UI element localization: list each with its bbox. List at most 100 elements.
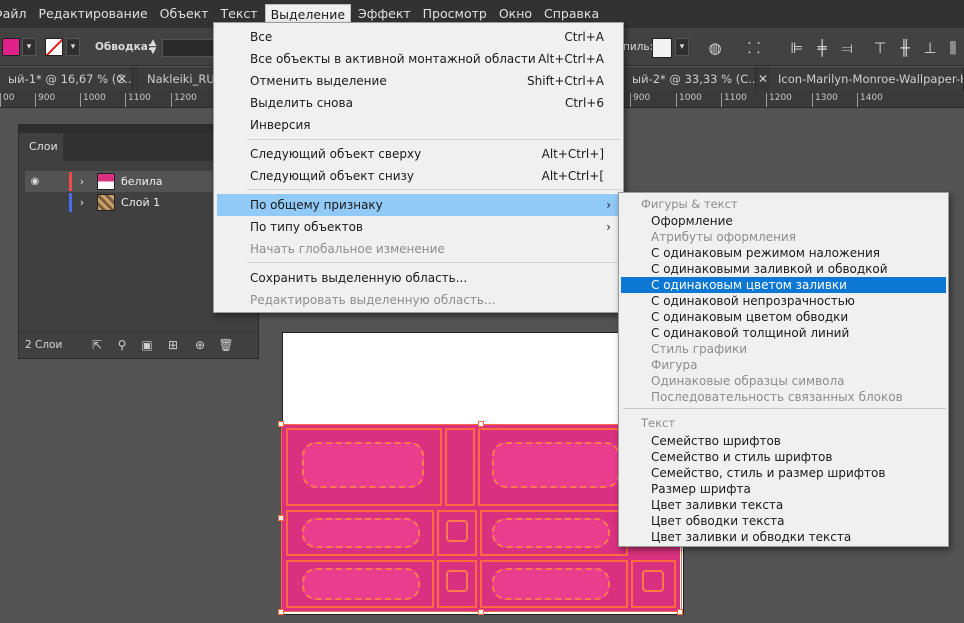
graphic-style-swatch[interactable]: [652, 38, 672, 58]
submenu-item: Последовательность связанных блоков: [621, 389, 946, 405]
tab-label: ый-1* @ 16,67 % (C...: [8, 72, 133, 86]
selection-handle[interactable]: [478, 421, 484, 427]
distribute-icon[interactable]: ⫼: [944, 39, 962, 57]
tab-document-2[interactable]: Nakleiki_RU_: [139, 67, 219, 91]
align-hcenter-icon[interactable]: ╪: [813, 39, 831, 57]
select-menu-item[interactable]: Выделить снова Ctrl+6: [217, 92, 621, 114]
submenu-item[interactable]: Семейство, стиль и размер шрифтов: [621, 465, 946, 481]
menu-item-label: Все: [250, 30, 273, 44]
tab-document-1[interactable]: ый-1* @ 16,67 % (C...: [0, 67, 133, 91]
stroke-weight-stepper[interactable]: ▲ ▼: [146, 39, 160, 57]
submenu-item[interactable]: С одинаковым цветом обводки: [621, 309, 946, 325]
expand-chevron-icon[interactable]: ›: [75, 171, 89, 192]
align-bottom-icon[interactable]: ⊥: [921, 39, 939, 57]
ruler-tick-label: 00: [0, 93, 14, 107]
select-menu-item[interactable]: По типу объектов ›: [217, 216, 621, 238]
tab-label: Nakleiki_RU_: [147, 72, 219, 86]
submenu-section-header: Фигуры & текст: [641, 197, 738, 211]
locate-object-icon[interactable]: ⚲: [114, 337, 130, 353]
submenu-section-header: Текст: [641, 416, 676, 430]
visibility-toggle[interactable]: [25, 192, 45, 213]
selection-handle[interactable]: [278, 421, 284, 427]
submenu-item-label: С одинаковым цветом обводки: [651, 310, 849, 324]
menu-item-3[interactable]: Текст: [216, 4, 263, 24]
menu-item-2[interactable]: Объект: [155, 4, 214, 24]
select-menu-item[interactable]: Все объекты в активной монтажной области…: [217, 48, 621, 70]
menu-item-label: Редактировать выделенную область...: [250, 293, 496, 307]
selection-handle[interactable]: [478, 609, 484, 615]
align-right-icon[interactable]: ⫤: [838, 39, 856, 57]
menu-file[interactable]: Файл: [0, 4, 32, 24]
layer-count: 2 Слои: [25, 339, 63, 351]
menu-item-5[interactable]: Эффект: [353, 4, 416, 24]
select-menu-item[interactable]: Сохранить выделенную область...: [217, 267, 621, 289]
align-vcenter-icon[interactable]: ╫: [896, 39, 914, 57]
style-dropdown-button[interactable]: ▾: [675, 38, 689, 56]
expand-chevron-icon[interactable]: ›: [75, 192, 89, 213]
submenu-item-label: Оформление: [651, 214, 733, 228]
layer-name: белила: [121, 175, 163, 188]
submenu-item[interactable]: Цвет заливки и обводки текста: [621, 529, 946, 545]
style-label: пиль:: [623, 41, 654, 53]
submenu-item[interactable]: Цвет заливки текста: [621, 497, 946, 513]
ruler-tick-label: 1200: [766, 93, 792, 107]
selection-handle[interactable]: [278, 515, 284, 521]
submenu-item: Стиль графики: [621, 341, 946, 357]
trash-icon[interactable]: 🗑: [218, 337, 234, 353]
submenu-item[interactable]: С одинаковой непрозрачностью: [621, 293, 946, 309]
tab-document-3[interactable]: ый-2* @ 33,33 % (C...: [624, 67, 756, 91]
visibility-eye-icon[interactable]: ◉: [25, 171, 45, 192]
submenu-item-label: С одинаковой толщиной линий: [651, 326, 850, 340]
recolor-artwork-icon[interactable]: ◍: [706, 39, 724, 57]
stroke-weight-input[interactable]: [162, 39, 214, 57]
export-icon[interactable]: ⇱: [89, 337, 105, 353]
menu-item-label: Отменить выделение: [250, 74, 387, 88]
select-menu-item[interactable]: Инверсия: [217, 114, 621, 136]
menu-item-8[interactable]: Справка: [539, 4, 604, 24]
menu-item-6[interactable]: Просмотр: [418, 4, 492, 24]
select-menu-item[interactable]: Отменить выделение Shift+Ctrl+A: [217, 70, 621, 92]
align-top-icon[interactable]: ⊤: [871, 39, 889, 57]
selection-handle[interactable]: [677, 609, 683, 615]
new-sublayer-icon[interactable]: ⊞: [165, 337, 181, 353]
submenu-item[interactable]: Цвет обводки текста: [621, 513, 946, 529]
layers-panel-footer: 2 Слои ⇱ ⚲ ▣ ⊞ ⊕ 🗑: [19, 332, 258, 358]
align-to-icon[interactable]: ⸬: [745, 39, 763, 57]
submenu-item-label: Фигура: [651, 358, 698, 372]
menu-item-label: Инверсия: [250, 118, 311, 132]
fill-dropdown-button[interactable]: ▾: [22, 38, 36, 56]
close-icon[interactable]: ✕: [758, 67, 768, 91]
select-menu-item[interactable]: По общему признаку ›: [217, 194, 621, 216]
submenu-item-label: С одинаковым цветом заливки: [651, 278, 847, 292]
selection-handle[interactable]: [278, 609, 284, 615]
menu-item-7[interactable]: Окно: [494, 4, 537, 24]
new-layer-icon[interactable]: ⊕: [192, 337, 208, 353]
submenu-item[interactable]: С одинаковым режимом наложения: [621, 245, 946, 261]
submenu-item[interactable]: Семейство и стиль шрифтов: [621, 449, 946, 465]
select-menu-item[interactable]: Следующий объект сверху Alt+Ctrl+]: [217, 143, 621, 165]
submenu-item[interactable]: Семейство шрифтов: [621, 433, 946, 449]
layer-name: Слой 1: [121, 196, 161, 209]
stroke-dropdown-button[interactable]: ▾: [66, 38, 80, 56]
submenu-item[interactable]: С одинаковым цветом заливки: [621, 277, 946, 293]
select-menu-item: Начать глобальное изменение: [217, 238, 621, 260]
stroke-color-swatch[interactable]: [45, 38, 63, 56]
close-icon[interactable]: ✕: [117, 67, 127, 91]
menu-item-1[interactable]: Редактирование: [34, 4, 153, 24]
submenu-item[interactable]: С одинаковыми заливкой и обводкой: [621, 261, 946, 277]
submenu-arrow-icon: ›: [606, 220, 611, 234]
select-menu-item[interactable]: Все Ctrl+A: [217, 26, 621, 48]
submenu-item-label: С одинаковым режимом наложения: [651, 246, 880, 260]
submenu-item[interactable]: С одинаковой толщиной линий: [621, 325, 946, 341]
select-menu-item[interactable]: Следующий объект снизу Alt+Ctrl+[: [217, 165, 621, 187]
align-left-icon[interactable]: ⊫: [788, 39, 806, 57]
submenu-item[interactable]: Оформление: [621, 213, 946, 229]
fill-color-swatch[interactable]: [2, 38, 20, 56]
tab-layers[interactable]: Слои: [19, 133, 63, 161]
clipping-mask-icon[interactable]: ▣: [139, 337, 155, 353]
submenu-item-label: Семейство шрифтов: [651, 434, 781, 448]
tab-document-4[interactable]: Icon-Marilyn-Monroe-Wallpaper-HD: [770, 67, 964, 91]
submenu-item[interactable]: Размер шрифта: [621, 481, 946, 497]
stroke-weight-label: Обводка:: [95, 41, 153, 53]
menu-item-4[interactable]: Выделение: [264, 4, 352, 24]
